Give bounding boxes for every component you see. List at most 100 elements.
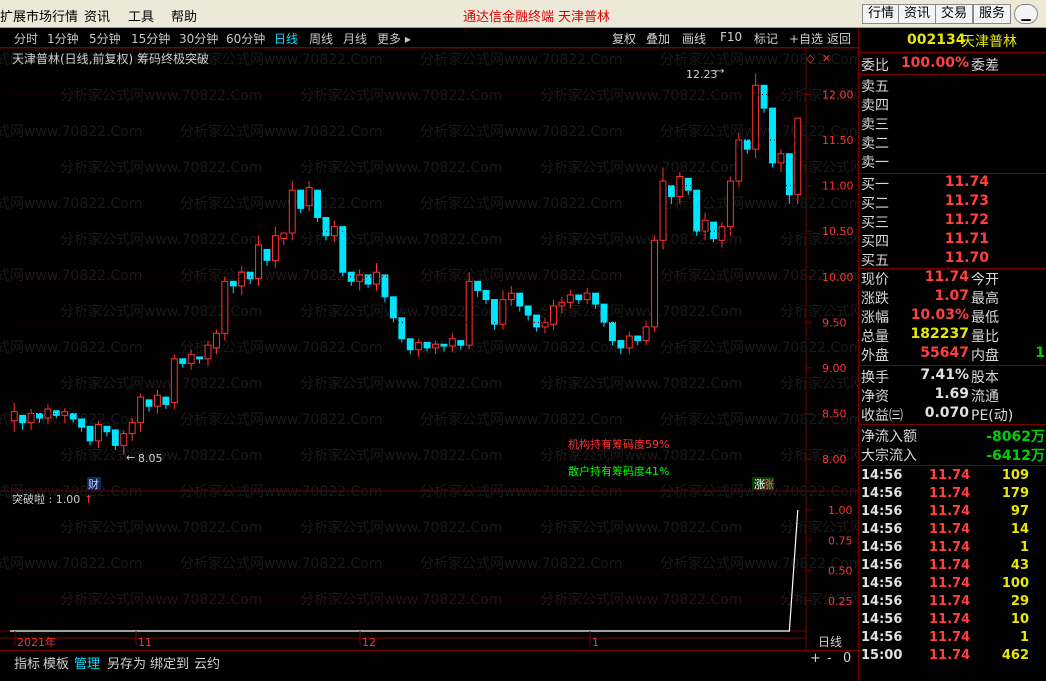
low-price-label: 8.05 <box>138 452 163 465</box>
zoom-reset-button[interactable]: 0 <box>843 651 851 666</box>
date-tick-label: 12 <box>362 636 376 649</box>
buy-level-row[interactable]: 买一 11.74 <box>859 174 1046 193</box>
tab-indicator[interactable]: 指标 <box>14 653 40 672</box>
buy-level-row[interactable]: 买二 11.73 <box>859 193 1046 212</box>
watermark-text: 分析家公式网www.70822.Com <box>540 591 742 608</box>
candle-body <box>246 271 254 280</box>
service-button[interactable]: 服务 <box>973 4 1012 24</box>
menu-extended-market[interactable]: 扩展市场行情 <box>0 6 78 25</box>
candle-body <box>406 338 414 351</box>
watermark-text: 分析家公式网www.70822.Com <box>180 555 382 572</box>
candle-body <box>625 335 633 349</box>
window-stock-name: 天津普林 <box>558 10 611 25</box>
limit-badge[interactable]: 涨 <box>763 478 774 491</box>
flow-label: 大宗流入 <box>861 448 917 464</box>
candle-body <box>69 413 77 420</box>
tick-row: 14:56 11.74 14 <box>859 522 1046 540</box>
zoom-out-button[interactable]: - <box>827 651 832 666</box>
candle-body <box>255 244 263 280</box>
zoom-in-button[interactable]: + <box>810 651 821 666</box>
watermark-text: 分析家公式网www.70822.Com <box>300 159 502 176</box>
watermark-text: 分析家公式网www.70822.Com <box>60 159 262 176</box>
buy-level-row[interactable]: 买五 11.70 <box>859 250 1046 269</box>
period-1min[interactable]: 1分钟 <box>47 30 79 47</box>
tab-cloud[interactable]: 云约 <box>194 653 220 672</box>
indicator-tick-label: 0.50 <box>828 565 853 578</box>
minimize-icon[interactable]: ▁ <box>1014 4 1038 24</box>
add-watchlist-button[interactable]: +自选 <box>789 30 823 47</box>
period-60min[interactable]: 60分钟 <box>226 30 265 47</box>
watermark-text: 分析家公式网www.70822.Com <box>420 123 622 140</box>
tick-row: 14:56 11.74 1 <box>859 630 1046 648</box>
quote-panel: 002134 天津普林 委比 100.00% 委差 卖五 卖四 卖三 卖二 卖一 买一 1… <box>858 28 1046 681</box>
buy-level-label: 买三 <box>861 215 889 231</box>
candle-body <box>474 280 482 291</box>
stat2-value: 1.69 <box>934 386 969 402</box>
tick-volume: 97 <box>1010 504 1029 519</box>
mark-button[interactable]: 标记 <box>754 30 778 47</box>
period-30min[interactable]: 30分钟 <box>179 30 218 47</box>
stat2-label-2: 流通 <box>971 389 999 405</box>
menu-tools[interactable]: 工具 <box>128 6 154 25</box>
tick-time: 14:56 <box>861 540 903 555</box>
tab-save-as[interactable]: 另存为 <box>107 653 146 672</box>
stat-label-2: 内盘 <box>971 348 999 364</box>
buy-level-row[interactable]: 买三 11.72 <box>859 212 1046 231</box>
period-monthly[interactable]: 月线 <box>343 30 367 47</box>
candle-body <box>457 340 465 346</box>
tab-template[interactable]: 模板 <box>43 653 69 672</box>
candle-body <box>440 343 448 347</box>
watermark-text: 分析家公式网www.70822.Com <box>180 483 382 500</box>
diamond-icon[interactable]: ◇ <box>806 52 815 65</box>
period-toolbar: 分时 1分钟 5分钟 15分钟 30分钟 60分钟 日线 周线 月线 更多 ▸ … <box>0 28 858 48</box>
candle-body <box>533 314 541 328</box>
menu-news[interactable]: 资讯 <box>84 6 110 25</box>
candle-body <box>558 301 566 307</box>
period-intraday[interactable]: 分时 <box>14 30 38 47</box>
stock-header: 002134 天津普林 <box>859 30 1046 52</box>
back-button[interactable]: 返回 <box>827 30 851 47</box>
info-button[interactable]: 资讯 <box>898 4 937 24</box>
watermark-text: 分析家公式网www.70822.Com <box>420 483 622 500</box>
institution-chip-label: 机构持有筹码度59% <box>568 437 669 451</box>
candle-body <box>516 292 524 307</box>
watermark-text: 分析家公式网www.70822.Com <box>0 123 142 140</box>
retail-chip-label: 散户持有筹码度41% <box>568 464 669 478</box>
menu-help[interactable]: 帮助 <box>171 6 197 25</box>
sell-level-row[interactable]: 卖三 <box>859 114 1046 133</box>
kline-chart[interactable]: 分析家公式网www.70822.Com 分析家公式网www.70822.Com 分析… <box>0 48 858 650</box>
candle-body <box>322 217 330 237</box>
f10-button[interactable]: F10 <box>720 30 742 44</box>
period-daily[interactable]: 日线 <box>274 30 298 47</box>
stat2-row: 换手 7.41% 股本 <box>859 367 1046 386</box>
sell-level-row[interactable]: 卖二 <box>859 133 1046 152</box>
period-more[interactable]: 更多 ▸ <box>377 30 411 47</box>
financial-badge[interactable]: 财 <box>88 477 99 491</box>
adjust-button[interactable]: 复权 <box>612 30 636 47</box>
candle-body <box>44 408 52 419</box>
candle-body <box>170 358 178 404</box>
tick-price: 11.74 <box>929 630 971 645</box>
draw-line-button[interactable]: 画线 <box>682 30 706 47</box>
candle-body <box>549 305 557 325</box>
stat-value: 10.03% <box>910 307 969 323</box>
close-chart-icon[interactable]: ✕ <box>822 52 831 65</box>
quote-button[interactable]: 行情 <box>862 4 901 24</box>
period-15min[interactable]: 15分钟 <box>131 30 170 47</box>
tab-bind-to[interactable]: 绑定到 <box>150 653 189 672</box>
candle-body <box>684 177 692 191</box>
sell-level-row[interactable]: 卖五 <box>859 76 1046 95</box>
buy-level-row[interactable]: 买四 11.71 <box>859 231 1046 250</box>
tab-manage[interactable]: 管理 <box>74 653 100 672</box>
candle-body <box>777 153 785 164</box>
watermark-text: 分析家公式网www.70822.Com <box>60 519 262 536</box>
trade-button[interactable]: 交易 <box>935 4 974 24</box>
overlay-button[interactable]: 叠加 <box>646 30 670 47</box>
period-5min[interactable]: 5分钟 <box>89 30 121 47</box>
watermark-text: 分析家公式网www.70822.Com <box>780 375 858 392</box>
period-weekly[interactable]: 周线 <box>309 30 333 47</box>
sell-level-label: 卖五 <box>861 79 889 95</box>
candle-body <box>701 219 709 232</box>
sell-level-row[interactable]: 卖一 <box>859 152 1046 171</box>
sell-level-row[interactable]: 卖四 <box>859 95 1046 114</box>
